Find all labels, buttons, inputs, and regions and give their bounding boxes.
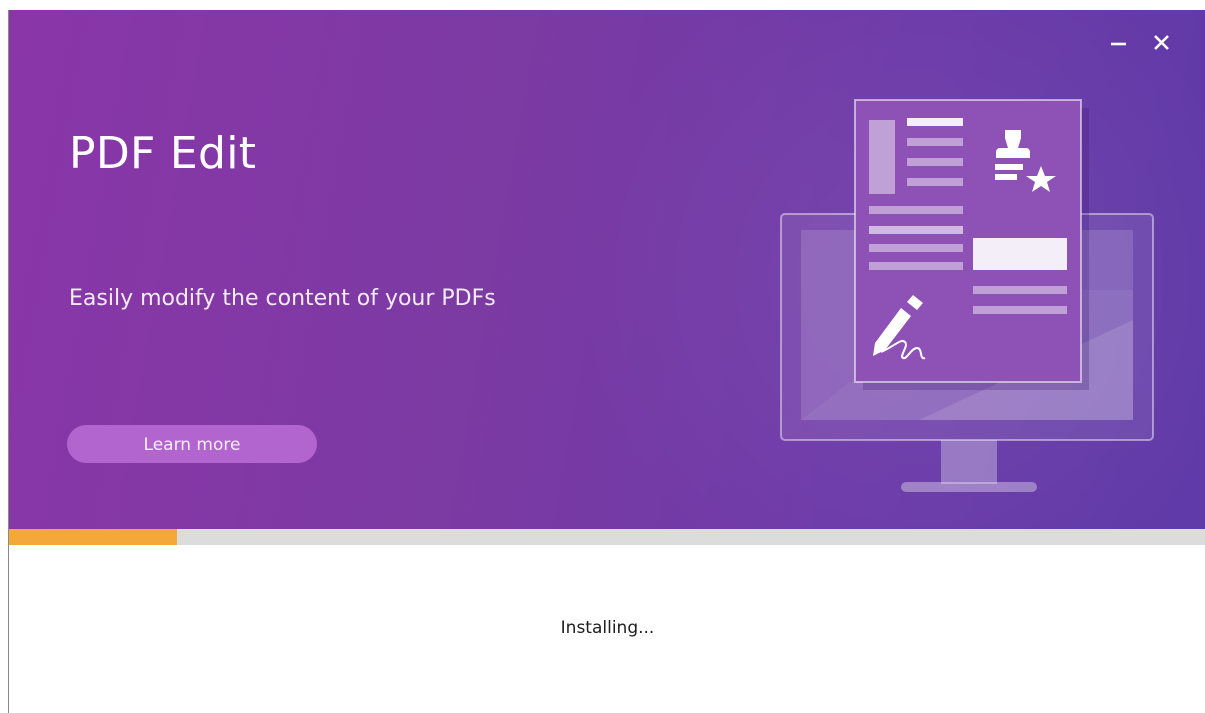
install-progress-fill (9, 529, 177, 545)
installer-window: PDF Edit Easily modify the content of yo… (8, 10, 1205, 713)
promo-banner: PDF Edit Easily modify the content of yo… (9, 10, 1205, 529)
minimize-button[interactable] (1106, 30, 1132, 56)
install-status-text: Installing... (560, 618, 655, 638)
learn-more-button[interactable]: Learn more (67, 425, 317, 463)
close-icon (1154, 35, 1169, 50)
product-title: PDF Edit (69, 128, 257, 179)
close-button[interactable] (1149, 30, 1175, 56)
desktop-background-strip (0, 0, 1205, 10)
install-progress-bar (9, 529, 1205, 545)
product-tagline: Easily modify the content of your PDFs (69, 286, 496, 311)
pdf-edit-illustration (780, 99, 1154, 492)
minimize-icon (1111, 42, 1126, 46)
